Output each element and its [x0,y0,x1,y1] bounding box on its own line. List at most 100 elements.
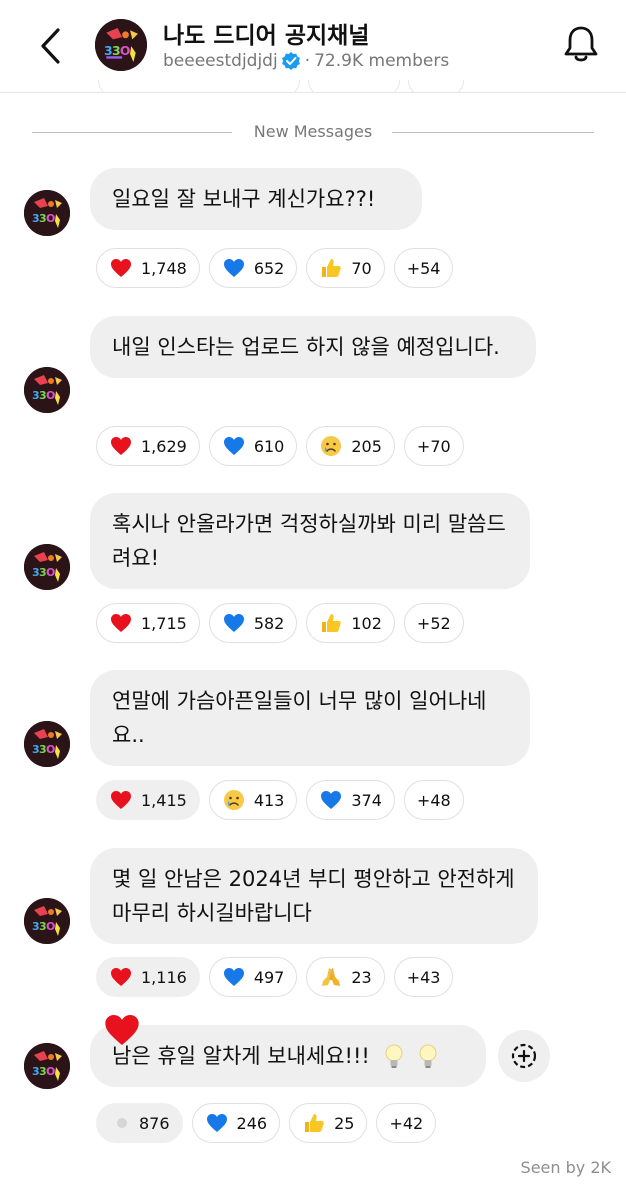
reactions-row: 1,116 497 23 +43 [96,957,454,997]
channel-username[interactable]: beeeestdjdjdj [163,51,278,71]
blue-heart-icon [223,259,244,277]
add-reaction-button[interactable] [498,1030,550,1082]
reaction-chip[interactable]: 413 [208,780,298,820]
loading-dot [117,1118,127,1128]
reaction-chip[interactable]: 1,748 [96,248,200,288]
reaction-chip[interactable]: 23 [306,957,385,997]
message-bubble[interactable]: 몇 일 안남은 2024년 부디 평안하고 안전하게 마무리 하시길바랍니다 [90,848,538,944]
channel-logo-icon: 33O [24,544,70,590]
reactions-row: 1,415 413 374 +48 [96,780,464,820]
channel-logo-icon: 33O [24,721,70,767]
svg-text:O: O [46,389,55,402]
more-reactions-count: +42 [389,1113,424,1133]
reaction-count: 23 [351,967,372,987]
channel-title[interactable]: 나도 드디어 공지채널 [163,16,369,50]
reaction-chip-selected[interactable]: 1,116 [96,957,200,997]
reaction-chip[interactable]: 205 [306,426,395,466]
reaction-count: 1,748 [141,258,187,278]
channel-logo-icon: 33O [24,898,70,944]
channel-logo-icon: 33O [24,190,70,236]
reaction-chip[interactable]: 1,715 [96,603,200,643]
bell-icon [564,26,598,62]
message-bubble[interactable]: 혹시나 안올라가면 걱정하실까봐 미리 말씀드려요! [90,493,530,589]
back-button[interactable] [34,24,70,68]
channel-logo-icon: 33O [24,367,70,413]
reaction-count: 652 [253,258,285,278]
reaction-chip[interactable]: 25 [289,1103,368,1143]
reaction-chip[interactable]: 102 [306,603,395,643]
reactions-row: 876 246 25 +42 [96,1103,437,1143]
svg-text:O: O [46,1065,55,1078]
more-reactions-chip[interactable]: +54 [393,248,454,288]
more-reactions-chip[interactable]: +70 [403,426,464,466]
blue-heart-icon [223,437,244,455]
red-heart-icon [111,791,131,809]
thumbs-up-icon [322,259,342,277]
reaction-count: 610 [253,436,285,456]
more-reactions-chip[interactable]: +52 [403,603,464,643]
svg-text:O: O [120,43,131,58]
reaction-chip-selected[interactable]: 876 [96,1103,183,1143]
reaction-chip[interactable]: 652 [208,248,298,288]
message-bubble[interactable]: 남은 휴일 알차게 보내세요!!! [90,1025,486,1087]
blue-heart-icon [223,968,244,986]
previous-reaction-chip[interactable] [308,80,400,92]
sender-avatar[interactable]: 33O [24,544,70,590]
new-messages-divider: New Messages [32,120,594,144]
red-heart-icon [111,614,131,632]
more-reactions-chip[interactable]: +43 [393,957,454,997]
seen-by-label[interactable]: Seen by 2K [521,1158,611,1177]
more-reactions-count: +54 [406,258,441,278]
reaction-chip[interactable]: 374 [306,780,395,820]
reaction-count: 205 [351,436,382,456]
thumbs-up-icon [322,614,342,632]
more-reactions-chip[interactable]: +42 [376,1103,437,1143]
sender-avatar[interactable]: 33O [24,898,70,944]
more-reactions-chip[interactable]: +48 [403,780,464,820]
message-text: 연말에 가슴아픈일들이 너무 많이 일어나네요.. [112,689,487,747]
blue-heart-icon [321,791,342,809]
reaction-chip-selected[interactable]: 1,415 [96,780,200,820]
reaction-count: 1,415 [141,790,187,810]
floating-heart-icon [105,1015,139,1045]
message-text: 내일 인스타는 업로드 하지 않을 예정입니다. [112,335,500,359]
light-bulb-icon [385,1044,402,1068]
new-messages-label: New Messages [243,122,383,141]
reaction-count: 1,629 [141,436,187,456]
reaction-count: 497 [253,967,285,987]
reaction-chip[interactable]: 1,629 [96,426,200,466]
sender-avatar[interactable]: 33O [24,367,70,413]
sender-avatar[interactable]: 33O [24,1043,70,1089]
separator-dot: · [304,51,311,71]
previous-reactions-row [0,80,626,92]
message-bubble[interactable]: 연말에 가슴아픈일들이 너무 많이 일어나네요.. [90,670,530,766]
sender-avatar[interactable]: 33O [24,190,70,236]
message-bubble[interactable]: 내일 인스타는 업로드 하지 않을 예정입니다. [90,316,536,378]
reaction-chip[interactable]: 582 [208,603,298,643]
message-bubble[interactable]: 일요일 잘 보내구 계신가요??! [90,168,422,230]
reaction-count: 374 [351,790,382,810]
reaction-count: 1,715 [141,613,187,633]
previous-reaction-chip[interactable] [98,80,300,92]
sender-avatar[interactable]: 33O [24,721,70,767]
reactions-row: 1,748 652 70 +54 [96,248,454,288]
reaction-count: 102 [351,613,382,633]
svg-text:O: O [46,566,55,579]
reaction-chip[interactable]: 70 [306,248,385,288]
reaction-count: 413 [253,790,285,810]
previous-reaction-chip[interactable] [408,80,464,92]
svg-text:O: O [46,920,55,933]
channel-avatar[interactable]: 3 3 O [95,19,147,71]
notifications-button[interactable] [562,24,600,66]
svg-text:O: O [46,743,55,756]
reaction-chip[interactable]: 497 [208,957,298,997]
reactions-row: 1,715 582 102 +52 [96,603,464,643]
add-reaction-icon [511,1043,537,1069]
reaction-count: 246 [236,1113,268,1133]
thumbs-up-icon [305,1114,324,1132]
reaction-chip[interactable]: 610 [208,426,298,466]
member-count: 72.9K members [314,51,450,71]
more-reactions-count: +70 [416,436,451,456]
reaction-chip[interactable]: 246 [191,1103,281,1143]
message-text: 남은 휴일 알차게 보내세요!!! [112,1044,370,1068]
